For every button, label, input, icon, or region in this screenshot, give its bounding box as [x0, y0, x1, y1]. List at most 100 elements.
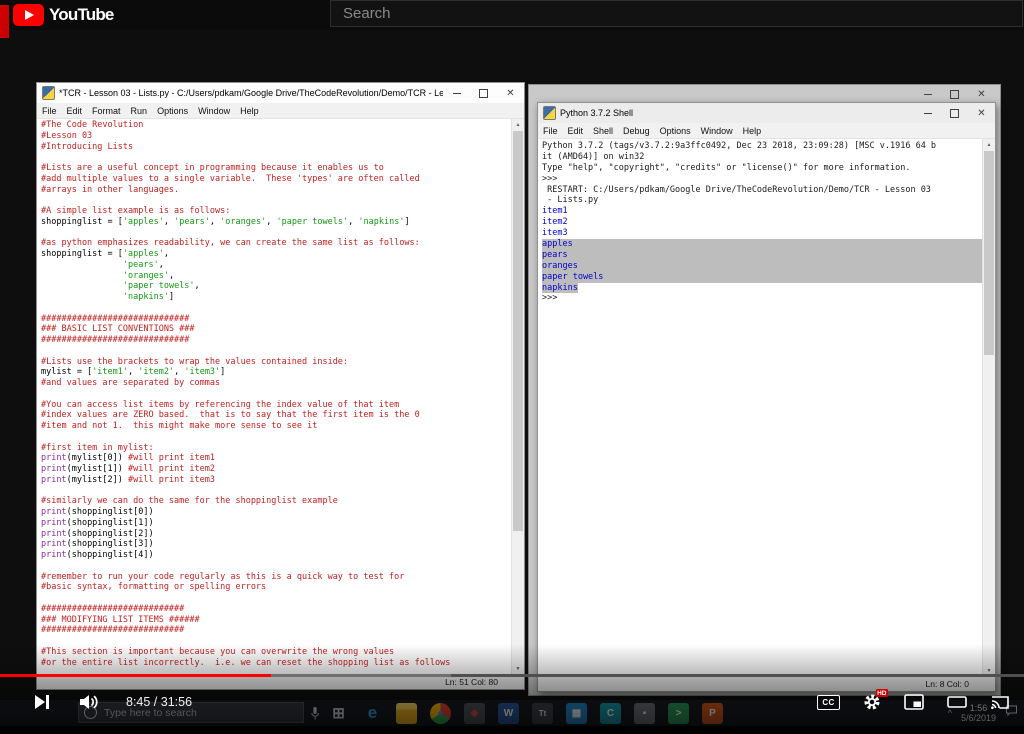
code-line: #A simple list example is as follows:: [41, 206, 231, 216]
code-line: #or the entire list incorrectly. i.e. we…: [41, 657, 451, 668]
shell-output[interactable]: Python 3.7.2 (tags/v3.7.2:9a3ffc0492, De…: [538, 139, 995, 676]
code-line: print(shoppinglist[2]): [41, 528, 154, 539]
close-icon: ✕: [977, 107, 986, 119]
code-line: #index values are ZERO based. that is to…: [41, 410, 420, 421]
minimize-button[interactable]: [914, 103, 941, 123]
code-line: print(shoppinglist[0]): [41, 507, 154, 517]
minimize-icon: [923, 93, 932, 95]
code-line: ### MODIFYING LIST ITEMS ######: [41, 614, 200, 625]
menu-item-format[interactable]: Format: [87, 106, 126, 116]
code-line: #similarly we can do the same for the sh…: [41, 496, 338, 507]
code-line: #and values are separated by commas: [41, 378, 221, 388]
code-line: 'pears',: [122, 259, 164, 270]
code-line: #item and not 1. this might make more se…: [41, 421, 318, 431]
shell-output-lines: Python 3.7.2 (tags/v3.7.2:9a3ffc0492, De…: [542, 141, 982, 304]
youtube-logo-text: YouTube: [49, 5, 114, 24]
code-line: #The Code Revolution: [41, 120, 144, 130]
menu-item-debug[interactable]: Debug: [618, 126, 655, 136]
maximize-button[interactable]: [941, 86, 968, 102]
menu-item-file[interactable]: File: [37, 106, 62, 116]
code-line: #as python emphasizes readability, we ca…: [41, 238, 420, 249]
code-line: print(mylist[2]) #will print item3: [41, 474, 216, 485]
maximize-icon: [950, 108, 959, 118]
code-line: ############################: [41, 603, 185, 614]
close-button[interactable]: ✕: [497, 83, 524, 103]
code-line: 'oranges',: [122, 270, 175, 281]
miniplayer-button[interactable]: [904, 694, 924, 710]
code-line: #add multiple values to a single variabl…: [41, 173, 420, 184]
code-line: #You can access list items by referencin…: [41, 399, 400, 410]
editor-text-area[interactable]: #The Code Revolution #Lesson 03 #Introduci…: [37, 119, 524, 674]
shell-line: paper towels: [542, 271, 982, 283]
menu-item-shell[interactable]: Shell: [588, 126, 618, 136]
shell-titlebar[interactable]: Python 3.7.2 Shell ✕: [538, 103, 995, 123]
code-line: ### BASIC LIST CONVENTIONS ###: [41, 324, 195, 335]
scrollbar-thumb[interactable]: [984, 151, 994, 356]
screenshot-root: YouTube Search ✕ *TCR - Lesson 03 - List…: [0, 0, 1024, 734]
editor-scrollbar[interactable]: ▲ ▼: [511, 119, 524, 674]
code-line: #############################: [41, 313, 190, 324]
editor-titlebar[interactable]: *TCR - Lesson 03 - Lists.py - C:/Users/p…: [37, 83, 524, 103]
menu-item-options[interactable]: Options: [655, 126, 696, 136]
search-input[interactable]: Search: [330, 0, 1023, 27]
editor-menubar: File Edit Format Run Options Window Help: [37, 103, 524, 119]
minimize-button[interactable]: [443, 83, 470, 103]
maximize-icon: [950, 89, 959, 99]
cast-button[interactable]: [990, 694, 1010, 710]
close-button[interactable]: ✕: [968, 86, 995, 102]
menu-item-edit[interactable]: Edit: [62, 106, 88, 116]
code-line: print(shoppinglist[4]): [41, 550, 154, 560]
maximize-button[interactable]: [941, 103, 968, 123]
scroll-up-icon[interactable]: ▲: [983, 139, 995, 150]
player-controls: 8:45 / 31:56 CC HD: [0, 686, 1024, 718]
red-accent-strip: [0, 5, 9, 38]
scrollbar-thumb[interactable]: [513, 131, 523, 531]
maximize-button[interactable]: [470, 83, 497, 103]
menu-item-edit[interactable]: Edit: [563, 126, 589, 136]
menu-item-file[interactable]: File: [538, 126, 563, 136]
theater-mode-button[interactable]: [947, 694, 967, 710]
minimize-button[interactable]: [914, 86, 941, 102]
menu-item-help[interactable]: Help: [738, 126, 767, 136]
code-line: #Lesson 03: [41, 130, 93, 141]
next-button[interactable]: [32, 693, 52, 711]
shell-line: - Lists.py: [542, 195, 599, 206]
scroll-up-icon[interactable]: ▲: [512, 119, 524, 130]
shell-scrollbar[interactable]: ▲ ▼: [982, 139, 995, 676]
bottom-letterbox: [0, 726, 1024, 734]
editor-window-controls: ✕: [443, 83, 524, 103]
youtube-logo[interactable]: YouTube: [13, 3, 114, 27]
shell-line: item1: [542, 206, 568, 217]
background-window-controls: ✕: [914, 86, 995, 102]
settings-button[interactable]: HD: [863, 689, 888, 711]
code-line: print(mylist[0]) #will print item1: [41, 453, 216, 464]
code-line: #first item in mylist:: [41, 442, 154, 453]
scroll-down-icon[interactable]: ▼: [512, 663, 524, 674]
shell-window-controls: ✕: [914, 103, 995, 123]
video-player[interactable]: ✕ *TCR - Lesson 03 - Lists.py - C:/Users…: [0, 30, 1024, 726]
code-line: #Lists are a useful concept in programmi…: [41, 163, 384, 173]
menu-item-options[interactable]: Options: [152, 106, 193, 116]
shell-window-title: Python 3.7.2 Shell: [560, 108, 634, 118]
progress-bar[interactable]: [0, 674, 1024, 677]
volume-button[interactable]: [78, 693, 100, 711]
captions-button[interactable]: CC: [817, 694, 840, 710]
menu-item-help[interactable]: Help: [235, 106, 264, 116]
menu-item-window[interactable]: Window: [193, 106, 235, 116]
shell-menubar: File Edit Shell Debug Options Window Help: [538, 123, 995, 139]
menu-item-run[interactable]: Run: [126, 106, 153, 116]
close-button[interactable]: ✕: [968, 103, 995, 123]
code-line: #basic syntax, formatting or spelling er…: [41, 582, 267, 593]
code-line: #Introducing Lists: [41, 141, 134, 152]
shell-line: napkins: [542, 282, 578, 293]
code-line: shoppinglist = ['apples',: [41, 249, 169, 259]
maximize-icon: [479, 88, 488, 98]
menu-item-window[interactable]: Window: [696, 126, 738, 136]
code-line: mylist = ['item1', 'item2', 'item3']: [41, 367, 226, 378]
